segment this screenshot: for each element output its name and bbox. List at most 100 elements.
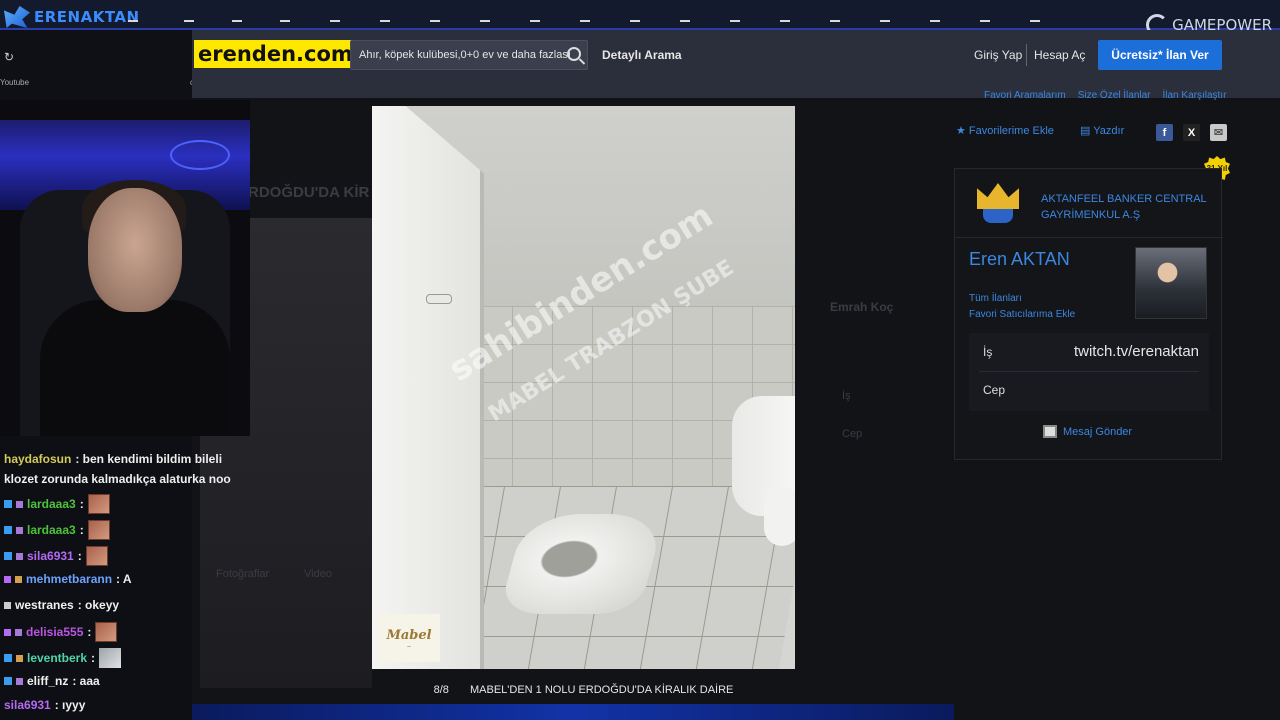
search-placeholder: Ahır, köpek kulübesi,0+0 ev ve daha fazl… — [359, 49, 571, 61]
favorite-searches-link[interactable]: Favori Aramalarım — [984, 90, 1066, 101]
office-logo-text: Mabel — [386, 628, 432, 643]
register-link[interactable]: Hesap Aç — [1034, 48, 1085, 62]
user-links: Favori Aramalarım Size Özel İlanlar İlan… — [984, 90, 1226, 101]
chat-text: : — [79, 497, 84, 511]
stream-brand: ERENAKTAN — [4, 6, 140, 28]
special-ads-link[interactable]: Size Özel İlanlar — [1078, 90, 1151, 101]
site-header: erenden.com Ahır, köpek kulübesi,0+0 ev … — [192, 30, 954, 98]
chat-message: sila6931 : ıyyy — [4, 698, 85, 712]
work-phone-value: twitch.tv/erenaktan — [1073, 343, 1199, 360]
chat-message: klozet zorunda kalmadıkça alaturka noo — [4, 472, 231, 486]
listing-photo-lightbox[interactable]: sahibinden.com MABEL TRABZON ŞUBE Mabel … — [372, 106, 795, 669]
send-message-label: Mesaj Gönder — [1063, 425, 1133, 438]
reload-icon[interactable]: ↻ — [4, 50, 14, 64]
send-message-button[interactable]: Mesaj Gönder — [1043, 425, 1132, 438]
chat-username: lardaaa3 — [27, 523, 76, 537]
chat-message: delisia555 : — [4, 622, 118, 642]
mail-icon[interactable]: ✉ — [1210, 124, 1227, 141]
chat-message: mehmetbarann : A — [4, 572, 132, 586]
chat-username: eliff_nz — [27, 674, 69, 688]
chat-text: : — [79, 523, 84, 537]
badge-icon — [4, 500, 12, 508]
chat-username: mehmetbarann — [26, 572, 113, 586]
video-tab-dimmed: Video — [304, 568, 332, 580]
emote-icon — [87, 520, 110, 540]
stream-bottom-strip — [192, 704, 954, 720]
photo-caption: MABEL'DEN 1 NOLU ERDOĞDU'DA KİRALIK DAİR… — [469, 684, 734, 696]
share-buttons: f X ✉ — [1156, 124, 1227, 141]
bird-logo-icon — [4, 6, 30, 28]
badge-icon — [4, 677, 12, 685]
site-header-right: Giriş Yap Hesap Aç Ücretsiz* İlan Ver — [954, 30, 1280, 98]
chat-text: : okeyy — [77, 598, 120, 612]
chat-message: eliff_nz : aaa — [4, 674, 100, 688]
chat-username: westranes — [15, 598, 74, 612]
browser-top-strip: ERENAKTAN GAMEPOWER — [0, 0, 1280, 36]
chat-username: sila6931 — [4, 698, 51, 712]
photo-counter: 8/8 — [433, 684, 449, 696]
card-divider — [955, 237, 1223, 238]
crown-logo-icon — [977, 183, 1019, 225]
chat-message: leventberk : — [4, 648, 122, 668]
badge-icon — [4, 654, 12, 662]
emote-icon — [95, 622, 118, 642]
chat-text: : — [77, 549, 82, 563]
chat-text: : — [87, 625, 92, 639]
compare-ads-link[interactable]: İlan Karşılaştır — [1163, 90, 1227, 101]
search-icon[interactable] — [567, 47, 581, 61]
seller-card: AKTANFEEL BANKER CENTRAL GAYRİMENKUL A.Ş… — [954, 168, 1223, 460]
mobile-phone-label: Cep — [983, 383, 1006, 397]
site-logo[interactable]: erenden.com — [194, 40, 357, 68]
badge-icon — [15, 575, 22, 583]
favorite-sellers-link[interactable]: Favori Satıcılarıma Ekle — [969, 309, 1075, 320]
print-link[interactable]: ▤ Yazdır — [1080, 124, 1124, 137]
badge-icon — [16, 500, 23, 508]
emote-icon — [87, 494, 110, 514]
phone-box: İş twitch.tv/erenaktan Cep — [969, 333, 1209, 411]
brand-text: ERENAKTAN — [34, 8, 140, 26]
chat-username: delisia555 — [26, 625, 84, 639]
advanced-search-link[interactable]: Detaylı Arama — [602, 48, 682, 62]
stream-chat: haydafosun : ben kendimi bildim bileli k… — [0, 448, 250, 720]
chat-username: lardaaa3 — [27, 497, 76, 511]
badge-icon — [15, 628, 22, 636]
add-favorite-label: Favorilerime Ekle — [968, 125, 1054, 137]
x-icon[interactable]: X — [1183, 124, 1200, 141]
badge-icon — [16, 677, 23, 685]
badge-icon — [16, 552, 23, 560]
free-ad-button[interactable]: Ücretsiz* İlan Ver — [1098, 40, 1222, 70]
print-label: Yazdır — [1093, 125, 1125, 137]
office-logo: Mabel — — [378, 614, 440, 662]
chat-message: westranes : okeyy — [4, 598, 119, 612]
add-favorite-link[interactable]: ★ Favorilerime Ekle — [956, 124, 1054, 137]
bathroom-door — [372, 106, 484, 669]
message-icon — [1043, 425, 1057, 438]
agent-avatar — [1135, 247, 1207, 319]
facebook-icon[interactable]: f — [1156, 124, 1173, 141]
badge-icon — [4, 628, 11, 636]
agent-name[interactable]: Eren AKTAN — [969, 249, 1070, 270]
door-handle — [426, 294, 452, 304]
chat-message: sila6931 : — [4, 546, 108, 566]
emote-icon — [85, 546, 108, 566]
is-label-dimmed: İş — [842, 390, 851, 402]
search-input[interactable]: Ahır, köpek kulübesi,0+0 ev ve daha fazl… — [350, 40, 588, 70]
badge-icon — [4, 526, 12, 534]
chat-username: leventberk — [27, 651, 88, 665]
browser-left-toolbar: ↻ Youtube ck — [0, 30, 198, 100]
cep-label-dimmed: Cep — [842, 428, 863, 440]
stream-screen: ERENAKTAN GAMEPOWER ↻ Youtube ck erenden… — [0, 0, 1280, 720]
company-name-link[interactable]: AKTANFEEL BANKER CENTRAL GAYRİMENKUL A.Ş — [1041, 191, 1217, 223]
chat-text: : — [91, 651, 96, 665]
badge-icon — [4, 601, 11, 609]
chat-text: : A — [116, 572, 132, 586]
header-divider — [1026, 44, 1027, 66]
chat-text: klozet zorunda kalmadıkça alaturka noo — [4, 472, 231, 486]
chat-username: sila6931 — [27, 549, 74, 563]
bookmark-youtube[interactable]: Youtube — [0, 78, 29, 87]
chat-text: : ıyyy — [54, 698, 86, 712]
badge-icon — [4, 552, 12, 560]
seller-panel: Favori Aramalarım Size Özel İlanlar İlan… — [954, 90, 1280, 720]
all-ads-link[interactable]: Tüm İlanları — [969, 293, 1022, 304]
login-link[interactable]: Giriş Yap — [974, 48, 1022, 62]
